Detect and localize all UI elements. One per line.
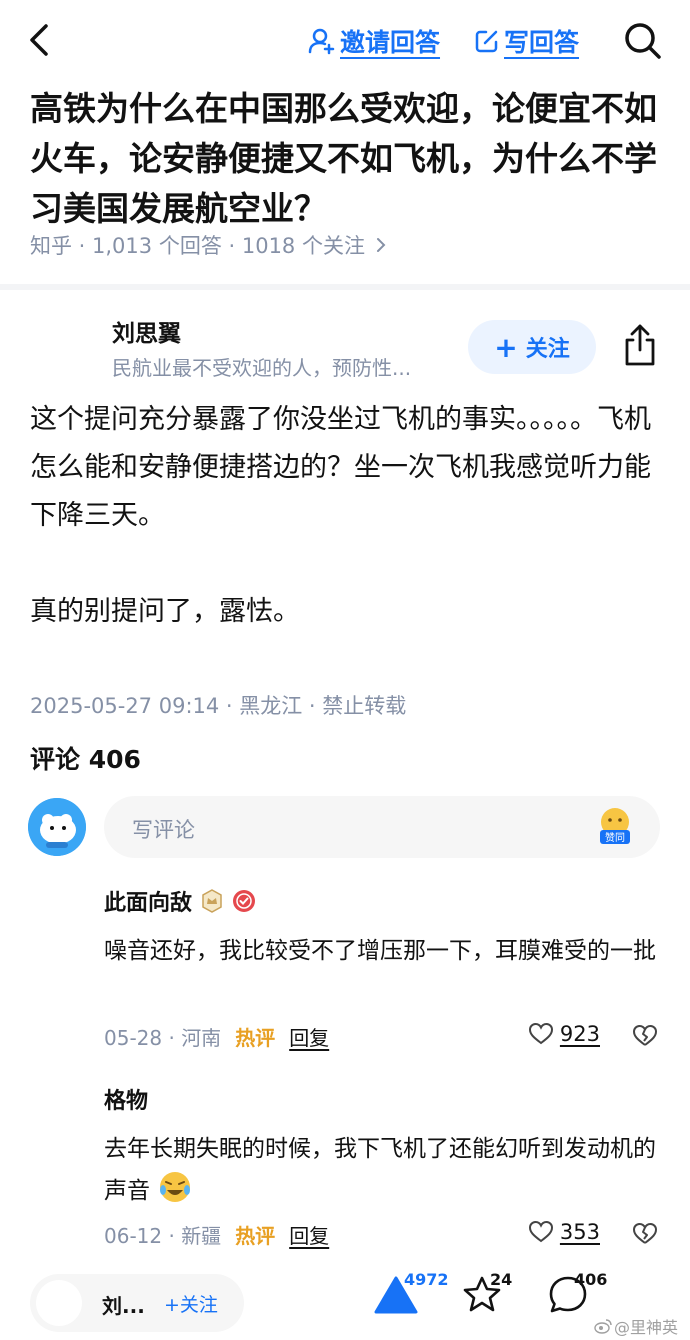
comment-date-location: 05-28 · 河南	[104, 1026, 222, 1050]
edit-icon	[475, 30, 498, 53]
comment-item: 此面向敌 噪音还好，我比较受不了增压那一下，耳膜难受的一批 05-28 · 河南…	[104, 884, 664, 1054]
invite-answer-label: 邀请回答	[340, 28, 441, 57]
reply-button[interactable]: 回复	[289, 1220, 329, 1249]
answer-paragraph: 真的别提问了，露怯。	[30, 596, 300, 627]
invite-answer-button[interactable]: 邀请回答	[308, 22, 440, 60]
follow-button[interactable]: + 关注	[468, 320, 596, 374]
comments-title: 评论 406	[30, 745, 141, 774]
crying-laughing-emoji-icon	[160, 1172, 191, 1202]
answer-body: 这个提问充分暴露了你没坐过飞机的事实。。。。。飞机怎么能和安静便捷搭边的？坐一次…	[30, 396, 662, 636]
comment-footer: 06-12 · 新疆 热评 回复	[104, 1220, 329, 1249]
comment-text: 去年长期失眠的时候，我下飞机了还能幻听到发动机的声音	[104, 1128, 664, 1212]
watermark-text: @里神英	[613, 1318, 678, 1337]
comment-input-placeholder: 写评论	[132, 818, 195, 842]
weibo-logo-icon	[594, 1319, 612, 1334]
hot-comment-tag: 热评	[235, 1026, 276, 1050]
share-button[interactable]	[620, 322, 660, 370]
dislike-button[interactable]	[632, 1024, 658, 1052]
write-answer-label: 写回答	[504, 28, 580, 57]
back-button[interactable]	[22, 20, 58, 60]
upvote-count: 4972	[404, 1270, 449, 1289]
broken-heart-icon	[633, 1223, 657, 1244]
comment-date-location: 06-12 · 新疆	[104, 1224, 222, 1248]
comment-header: 此面向敌	[104, 884, 664, 918]
section-divider	[0, 284, 690, 290]
avatar	[36, 1280, 82, 1326]
question-title[interactable]: 高铁为什么在中国那么受欢迎，论便宜不如火车，论安静便捷又不如飞机，为什么不学习美…	[30, 84, 660, 234]
comment-text: 噪音还好，我比较受不了增压那一下，耳膜难受的一批	[104, 938, 656, 964]
follow-label: 关注	[525, 337, 570, 362]
chevron-left-icon	[30, 24, 48, 56]
dislike-button[interactable]	[632, 1222, 658, 1250]
top-bar: 邀请回答 写回答	[0, 0, 690, 80]
agree-sticker-icon[interactable]: 赞同	[594, 806, 636, 848]
comment-user[interactable]: 格物	[104, 1083, 148, 1115]
comment-input[interactable]: 写评论 赞同	[104, 796, 660, 858]
bottom-author-name: 刘...	[102, 1294, 145, 1318]
reply-button[interactable]: 回复	[289, 1022, 329, 1051]
like-button[interactable]: 353	[528, 1220, 600, 1244]
crown-badge-icon	[202, 889, 222, 913]
bottom-action-bar: 刘... +关注 4972 24 406	[0, 1254, 690, 1340]
author-bio: 民航业最不受欢迎的人，预防性...	[112, 356, 412, 380]
verified-badge-icon	[233, 890, 256, 912]
write-answer-button[interactable]: 写回答	[474, 22, 579, 60]
question-meta-text: 知乎 · 1,013 个回答 · 1018 个关注	[30, 234, 365, 258]
like-count: 923	[559, 1022, 600, 1046]
broken-heart-icon	[633, 1025, 657, 1046]
watermark: @里神英	[594, 1314, 678, 1338]
heart-icon	[528, 1220, 553, 1243]
hot-comment-tag: 热评	[235, 1224, 276, 1248]
chevron-right-icon	[376, 238, 386, 252]
search-icon	[625, 23, 661, 59]
avatar[interactable]	[28, 798, 86, 856]
comment-user[interactable]: 此面向敌	[104, 885, 192, 917]
avatar-image	[28, 798, 86, 856]
share-icon	[625, 324, 655, 366]
comment-header: 格物	[104, 1082, 664, 1116]
bottom-follow-button[interactable]: +关注	[164, 1290, 218, 1317]
bottom-author-chip[interactable]: 刘... +关注	[30, 1274, 244, 1332]
like-count: 353	[559, 1220, 600, 1244]
comment-footer: 05-28 · 河南 热评 回复	[104, 1022, 329, 1051]
favorite-count: 24	[490, 1270, 513, 1289]
question-meta[interactable]: 知乎 · 1,013 个回答 · 1018 个关注	[30, 230, 387, 260]
plus-icon: +	[494, 330, 518, 364]
search-button[interactable]	[622, 20, 662, 60]
comment-item: 格物 去年长期失眠的时候，我下飞机了还能幻听到发动机的声音 06-12 · 新疆…	[104, 1082, 664, 1252]
like-button[interactable]: 923	[528, 1022, 600, 1046]
person-add-icon	[308, 28, 335, 55]
sticker-label: 赞同	[605, 831, 625, 844]
comment-count: 406	[574, 1270, 608, 1289]
answer-paragraph: 这个提问充分暴露了你没坐过飞机的事实。。。。。飞机怎么能和安静便捷搭边的？坐一次…	[30, 404, 651, 531]
heart-icon	[528, 1022, 553, 1045]
answer-meta: 2025-05-27 09:14 · 黑龙江 · 禁止转载	[30, 694, 407, 718]
author-name[interactable]: 刘思翼	[112, 314, 181, 348]
